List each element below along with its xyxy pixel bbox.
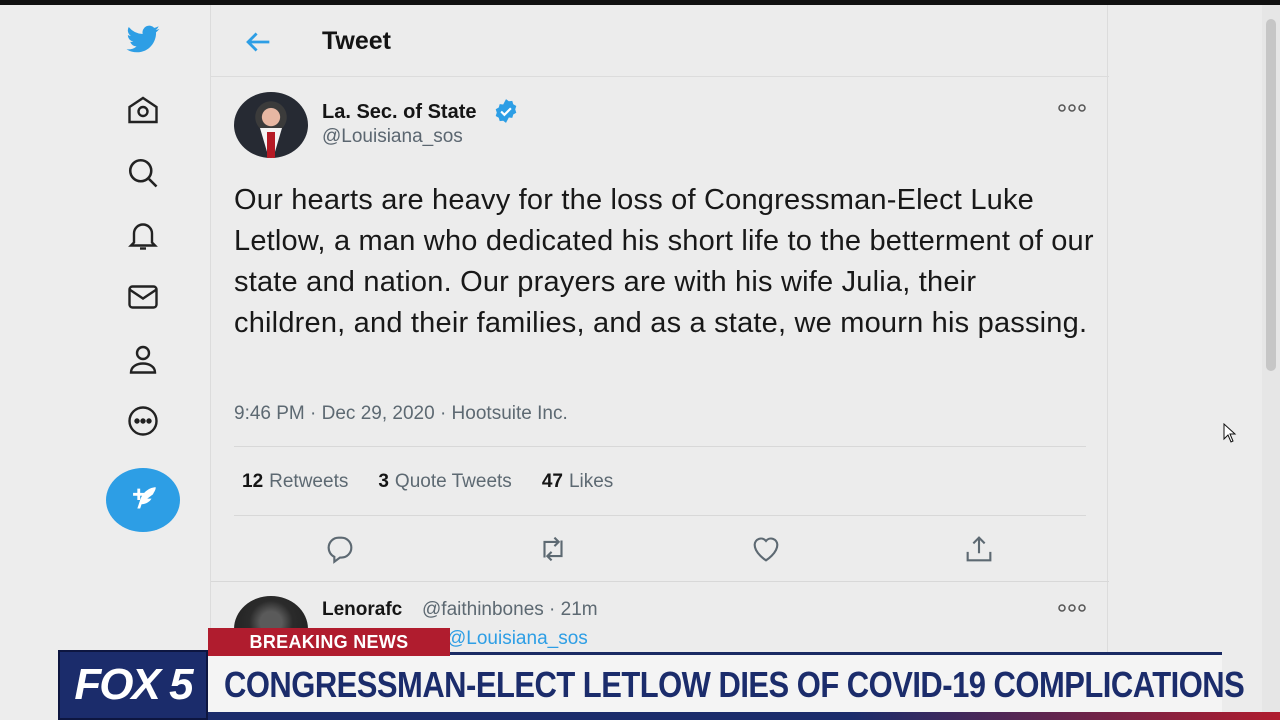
retweet-icon[interactable]: [536, 532, 570, 566]
mouse-cursor-icon: [1223, 423, 1237, 443]
reply-icon[interactable]: [323, 532, 357, 566]
user-handle[interactable]: @Louisiana_sos: [322, 126, 463, 148]
sidebar-nav: [0, 5, 210, 720]
retweets-label: Retweets: [269, 471, 349, 492]
likes-label: Likes: [568, 471, 614, 492]
compose-button[interactable]: [106, 468, 180, 532]
divider: [234, 446, 1086, 447]
avatar[interactable]: [234, 92, 308, 158]
twitter-bird-icon[interactable]: [118, 15, 168, 65]
tweet-column: Tweet La. Sec. of State @Louisiana_sos O…: [210, 5, 1109, 720]
quotes-count: 3: [378, 471, 389, 492]
news-headline: CONGRESSMAN-ELECT LETLOW DIES OF COVID-1…: [224, 664, 1245, 705]
home-icon[interactable]: [118, 85, 168, 135]
profile-glyph: [129, 345, 157, 374]
divider: [234, 515, 1086, 516]
tweet-stats: 12 Retweets 3 Quote Tweets 47 Likes: [242, 471, 613, 493]
likes-stat[interactable]: 47 Likes: [542, 471, 614, 493]
fox5-logo: FOX 5: [58, 650, 208, 720]
breaking-news-label: BREAKING NEWS: [249, 631, 409, 652]
search-glyph: [128, 158, 158, 188]
more-circle-icon[interactable]: [118, 396, 168, 446]
reply-display-name[interactable]: Lenorafc: [322, 599, 402, 621]
display-name[interactable]: La. Sec. of State: [322, 101, 477, 124]
profile-icon[interactable]: [118, 334, 168, 384]
replying-to-link[interactable]: @Louisiana_sos: [447, 628, 588, 650]
home-glyph: [128, 96, 158, 124]
retweets-count: 12: [242, 471, 264, 492]
bell-icon[interactable]: [118, 210, 168, 260]
retweets-stat[interactable]: 12 Retweets: [242, 471, 348, 493]
scrollbar[interactable]: [1262, 5, 1280, 720]
share-icon[interactable]: [962, 532, 996, 566]
avatar-tie: [267, 132, 275, 158]
breaking-news-tag: BREAKING NEWS: [208, 628, 450, 656]
like-icon[interactable]: [749, 532, 783, 566]
tweet-header: Tweet: [211, 5, 1109, 77]
tweet-timestamp[interactable]: 9:46 PM · Dec 29, 2020 · Hootsuite Inc.: [234, 403, 568, 425]
compose-icon: [133, 487, 156, 509]
logo-text: FOX 5: [74, 660, 193, 709]
search-icon[interactable]: [118, 148, 168, 198]
mail-glyph: [128, 285, 158, 309]
divider: [211, 581, 1109, 582]
tweet-text: Our hearts are heavy for the loss of Con…: [234, 184, 1094, 339]
back-arrow-icon[interactable]: [241, 25, 275, 59]
quote-tweets-stat[interactable]: 3 Quote Tweets: [378, 471, 511, 493]
twitter-bird-glyph: [126, 25, 160, 53]
reply-handle[interactable]: @faithinbones · 21m: [422, 599, 598, 621]
verified-badge-icon: [495, 99, 517, 123]
more-circle-glyph: [128, 406, 158, 436]
more-options-icon[interactable]: [1057, 101, 1087, 115]
page-title: Tweet: [322, 27, 391, 55]
reply-more-options-icon[interactable]: [1057, 601, 1087, 615]
likes-count: 47: [541, 471, 563, 492]
scrollbar-thumb[interactable]: [1266, 19, 1276, 371]
bell-glyph: [128, 223, 158, 250]
quotes-label: Quote Tweets: [394, 471, 512, 492]
mail-icon[interactable]: [118, 272, 168, 322]
banner-strip: [208, 712, 1280, 720]
